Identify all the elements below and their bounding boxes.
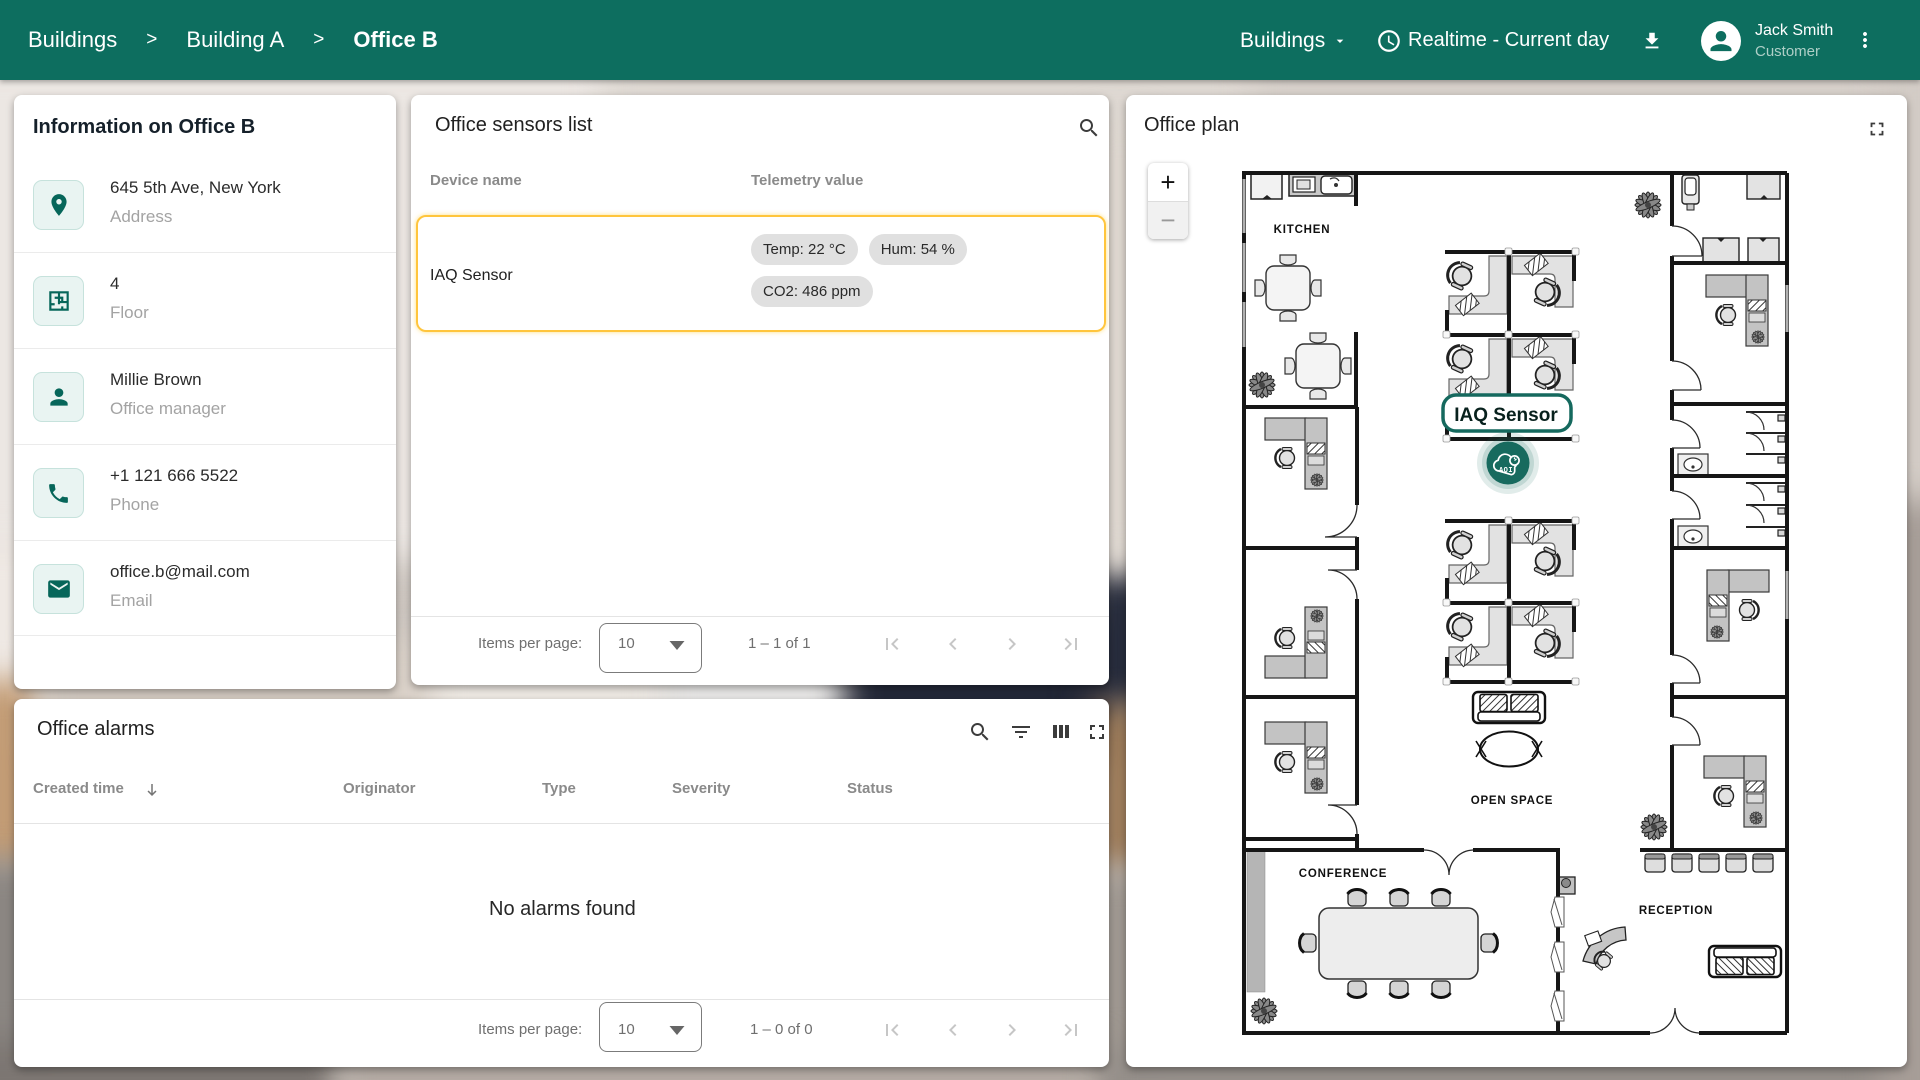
svg-text:RECEPTION: RECEPTION xyxy=(1639,905,1713,917)
svg-text:CONFERENCE: CONFERENCE xyxy=(1299,868,1388,880)
svg-text:IAQ Sensor: IAQ Sensor xyxy=(1454,405,1558,426)
svg-text:KITCHEN: KITCHEN xyxy=(1274,224,1331,236)
svg-text:OPEN SPACE: OPEN SPACE xyxy=(1471,795,1554,807)
svg-text:AQI: AQI xyxy=(1499,467,1513,475)
